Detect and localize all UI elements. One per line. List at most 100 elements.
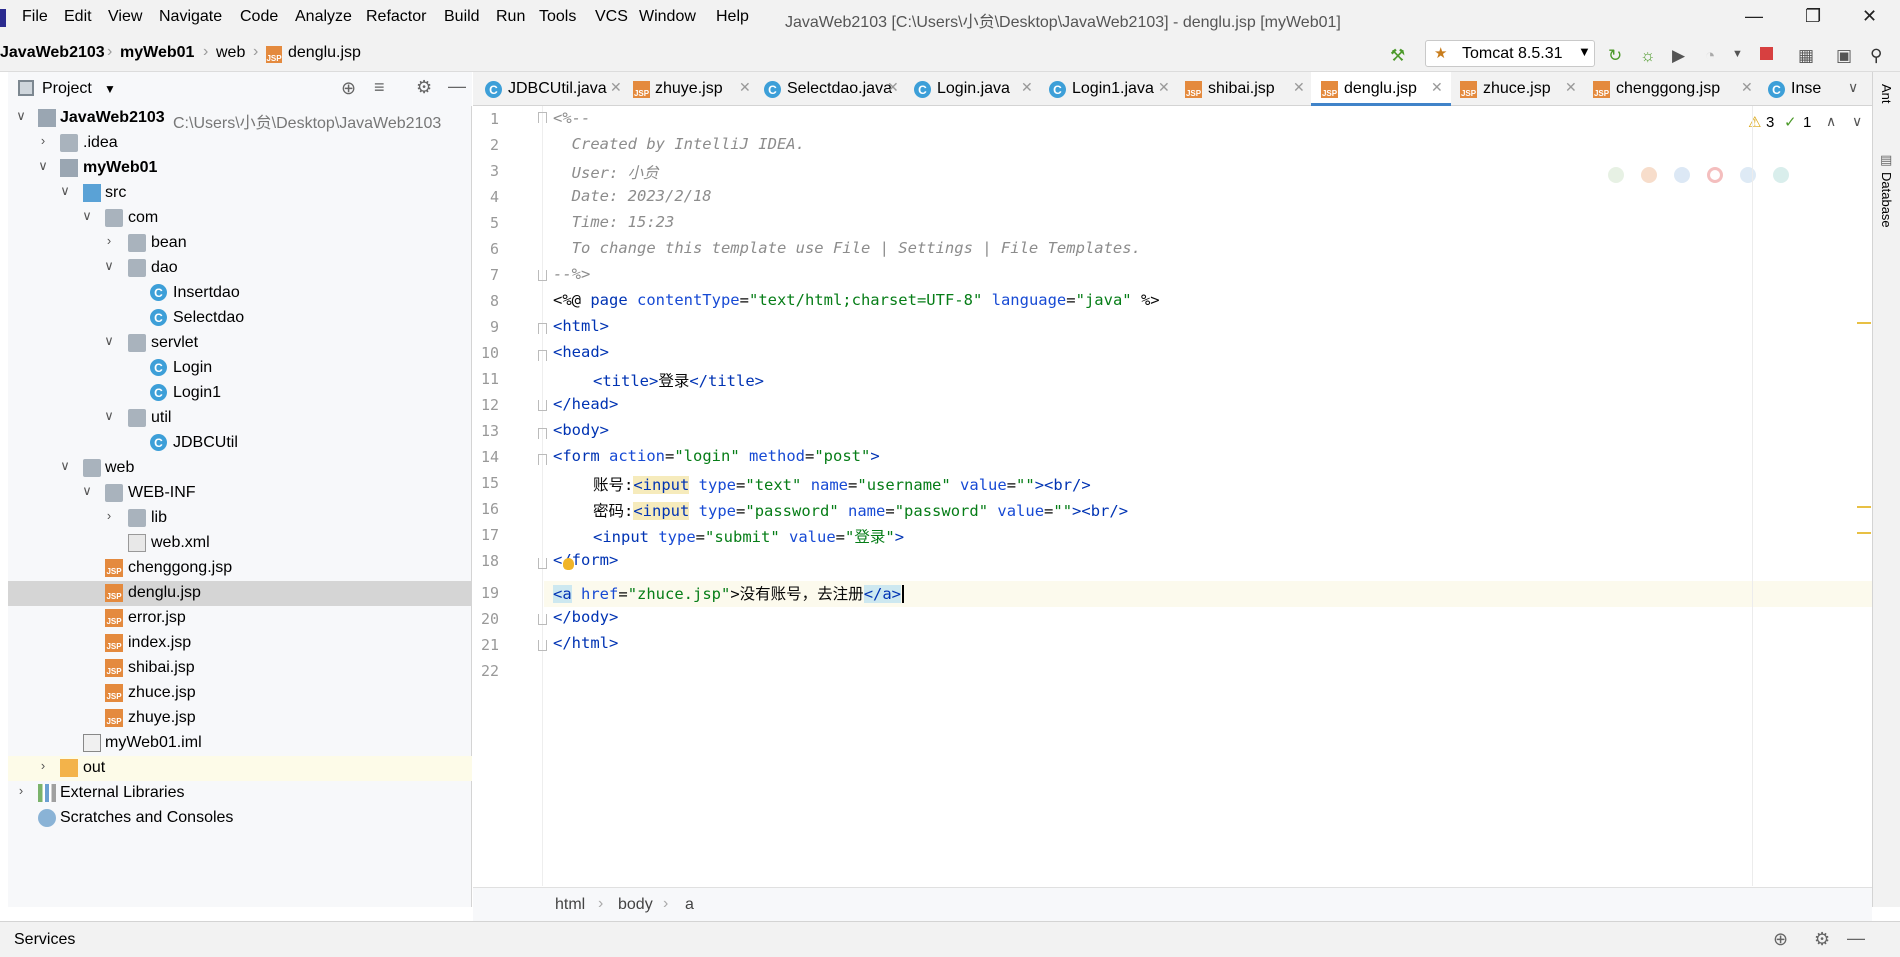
stop-icon[interactable]: [1760, 47, 1773, 60]
close-icon[interactable]: ✕: [1862, 6, 1877, 27]
layout-icon[interactable]: ▣: [1836, 46, 1852, 66]
fold-icon[interactable]: [538, 400, 547, 411]
ant-tool-button[interactable]: Ant: [1879, 84, 1894, 104]
globe-icon[interactable]: ⊕: [1773, 929, 1788, 950]
fold-icon[interactable]: [538, 454, 547, 465]
tree-item-zhuye-jsp[interactable]: JSP zhuye.jsp: [8, 706, 472, 731]
lightbulb-icon[interactable]: [563, 558, 574, 570]
tree-item-idea[interactable]: › .idea: [8, 131, 472, 156]
close-icon[interactable]: ✕: [1741, 79, 1753, 96]
tab-login1-java[interactable]: C Login1.java ✕: [1041, 72, 1176, 106]
menu-code[interactable]: Code: [240, 8, 278, 26]
tree-item-chenggong-jsp[interactable]: JSP chenggong.jsp: [8, 556, 472, 581]
fold-icon[interactable]: [538, 640, 547, 651]
chevron-down-icon[interactable]: ∨: [102, 333, 116, 349]
code-line[interactable]: <%@ page contentType="text/html;charset=…: [553, 291, 1160, 309]
chevron-down-icon[interactable]: ∨: [80, 208, 94, 224]
breadcrumb-body[interactable]: body: [618, 896, 653, 914]
chevron-right-icon[interactable]: ›: [102, 508, 116, 523]
breadcrumb-a[interactable]: a: [685, 896, 694, 914]
chevron-down-icon[interactable]: ▼: [1732, 48, 1743, 60]
menu-tools[interactable]: Tools: [539, 8, 576, 26]
ie-icon[interactable]: [1740, 167, 1756, 183]
breadcrumb-html[interactable]: html: [555, 896, 585, 914]
coverage-icon[interactable]: ▶: [1672, 46, 1685, 66]
menu-window[interactable]: Window: [639, 8, 696, 26]
code-line[interactable]: <input type="submit" value="登录">: [593, 525, 904, 547]
chevron-down-icon[interactable]: ∨: [36, 158, 50, 174]
fold-icon[interactable]: [538, 350, 547, 361]
close-icon[interactable]: ✕: [1293, 79, 1305, 96]
code-line[interactable]: 账号:<input type="text" name="username" va…: [593, 473, 1091, 495]
chevron-down-icon[interactable]: ∨: [58, 458, 72, 474]
chevron-down-icon[interactable]: ▼: [104, 82, 116, 96]
chevron-down-icon[interactable]: ∨: [14, 108, 28, 124]
breadcrumb-folder[interactable]: web: [216, 44, 245, 62]
chevron-down-icon[interactable]: ∨: [1852, 113, 1862, 130]
code-line[interactable]: </head>: [553, 395, 618, 413]
hide-panel-icon[interactable]: —: [448, 76, 466, 97]
code-line[interactable]: To change this template use File | Setti…: [553, 239, 1141, 257]
chevron-down-icon[interactable]: ∨: [102, 408, 116, 424]
tree-item-util[interactable]: ∨ util: [8, 406, 472, 431]
restore-icon[interactable]: ❐: [1805, 6, 1821, 27]
breadcrumb-project[interactable]: JavaWeb2103: [0, 44, 105, 62]
close-icon[interactable]: ✕: [887, 79, 899, 96]
chevron-right-icon[interactable]: ›: [14, 783, 28, 798]
fold-icon[interactable]: [538, 270, 547, 281]
project-panel-title[interactable]: Project: [42, 80, 92, 98]
close-icon[interactable]: ✕: [1021, 79, 1033, 96]
tree-item-src[interactable]: ∨ src: [8, 181, 472, 206]
code-line[interactable]: <title>登录</title>: [593, 369, 764, 391]
chrome-icon[interactable]: [1608, 167, 1624, 183]
tab-zhuce-jsp[interactable]: JSP zhuce.jsp ✕: [1451, 72, 1584, 106]
tree-item-index-jsp[interactable]: JSP index.jsp: [8, 631, 472, 656]
tree-item-error-jsp[interactable]: JSP error.jsp: [8, 606, 472, 631]
tree-item-external-libraries[interactable]: › External Libraries: [8, 781, 472, 806]
gear-icon[interactable]: ⚙: [1814, 929, 1830, 950]
opera-icon[interactable]: [1707, 167, 1723, 183]
code-line[interactable]: <a href="zhuce.jsp">没有账号，去注册</a>: [553, 582, 905, 604]
breadcrumb-file[interactable]: denglu.jsp: [288, 44, 361, 62]
tab-jdbcutil-java[interactable]: C JDBCUtil.java ✕: [473, 72, 628, 106]
tab-denglu-jsp[interactable]: JSP denglu.jsp ✕: [1311, 72, 1451, 106]
profile-icon[interactable]: ◔: [1705, 46, 1715, 66]
scroll-marker[interactable]: [1857, 506, 1871, 508]
tree-item-web-xml[interactable]: web.xml: [8, 531, 472, 556]
tree-item-web[interactable]: ∨ web: [8, 456, 472, 481]
tree-item-bean[interactable]: › bean: [8, 231, 472, 256]
close-icon[interactable]: ✕: [1565, 79, 1577, 96]
fold-icon[interactable]: [538, 323, 547, 334]
fold-icon[interactable]: [538, 558, 547, 569]
menu-refactor[interactable]: Refactor: [366, 8, 426, 26]
code-line[interactable]: <form action="login" method="post">: [553, 447, 880, 465]
safari-icon[interactable]: [1674, 167, 1690, 183]
tab-zhuye-jsp[interactable]: JSP zhuye.jsp ✕: [628, 72, 756, 106]
chevron-up-icon[interactable]: ∧: [1826, 113, 1836, 130]
tree-item-scratches[interactable]: Scratches and Consoles: [8, 806, 472, 831]
tree-item-lib[interactable]: › lib: [8, 506, 472, 531]
tree-item-myweb01-iml[interactable]: myWeb01.iml: [8, 731, 472, 756]
tab-shibai-jsp[interactable]: JSP shibai.jsp ✕: [1176, 72, 1311, 106]
tree-item-selectdao[interactable]: C Selectdao: [8, 306, 472, 331]
menu-help[interactable]: Help: [716, 8, 749, 26]
tree-item-insertdao[interactable]: C Insertdao: [8, 281, 472, 306]
chevron-right-icon[interactable]: ›: [102, 233, 116, 248]
rerun-icon[interactable]: ↻: [1608, 46, 1622, 66]
chevron-right-icon[interactable]: ›: [36, 133, 50, 148]
services-title[interactable]: Services: [14, 931, 75, 949]
collapse-all-icon[interactable]: ≡: [374, 77, 385, 98]
tree-item-com[interactable]: ∨ com: [8, 206, 472, 231]
menu-analyze[interactable]: Analyze: [295, 8, 352, 26]
code-line[interactable]: <%--: [553, 109, 590, 127]
tree-item-jdbcutil[interactable]: C JDBCUtil: [8, 431, 472, 456]
code-line[interactable]: Created by IntelliJ IDEA.: [553, 135, 805, 153]
fold-icon[interactable]: [538, 112, 547, 123]
build-hammer-icon[interactable]: ⚒: [1390, 46, 1405, 66]
tree-item-shibai-jsp[interactable]: JSP shibai.jsp: [8, 656, 472, 681]
scroll-marker[interactable]: [1857, 532, 1871, 534]
tab-insertdao-java[interactable]: C Inse: [1759, 72, 1839, 106]
gear-icon[interactable]: ⚙: [416, 77, 432, 98]
chevron-down-icon[interactable]: ∨: [102, 258, 116, 274]
tree-item-myweb01[interactable]: ∨ myWeb01: [8, 156, 472, 181]
